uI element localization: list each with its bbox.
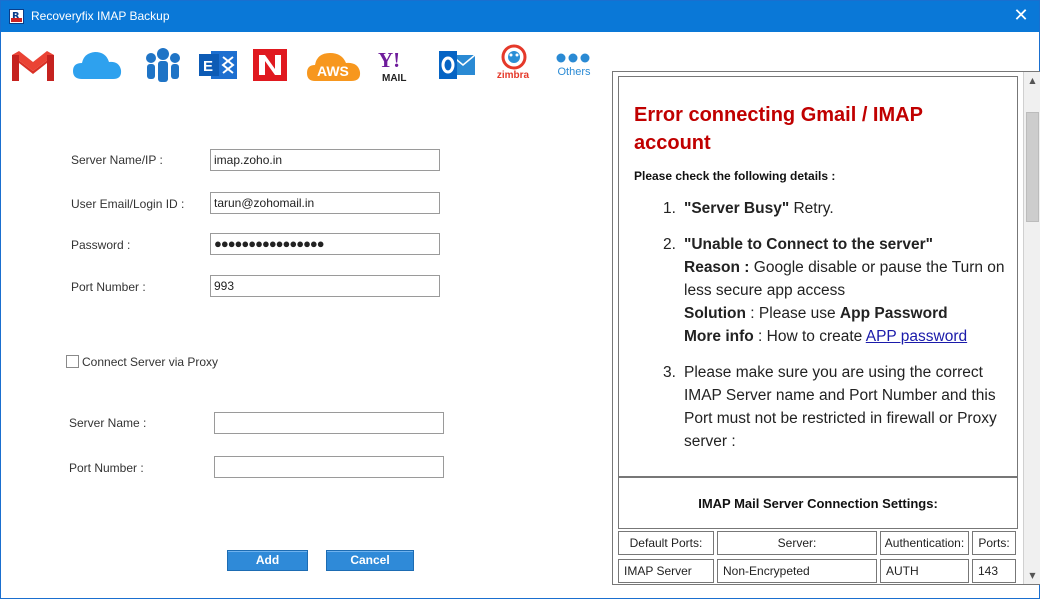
- item-2-number: 2.: [663, 236, 676, 253]
- gmail-icon: [12, 51, 54, 81]
- cancel-button[interactable]: Cancel: [326, 550, 414, 571]
- proxy-port-number-label: Port Number :: [69, 461, 144, 475]
- provider-icloud[interactable]: [70, 41, 122, 91]
- table-cell: 143: [972, 559, 1016, 583]
- novell-icon: [253, 49, 287, 81]
- table-cell: Non-Encrypeted: [717, 559, 877, 583]
- error-message-box: Error connecting Gmail / IMAP account Pl…: [618, 76, 1018, 478]
- connection-settings-box: IMAP Mail Server Connection Settings:: [618, 476, 1018, 529]
- zimbra-icon: [501, 44, 527, 70]
- panel-scrollbar[interactable]: ▲ ▼: [1023, 72, 1040, 584]
- server-name-label: Server Name/IP :: [71, 153, 163, 167]
- provider-others[interactable]: Others: [549, 41, 601, 91]
- error-panel: Error connecting Gmail / IMAP account Pl…: [612, 71, 1040, 585]
- check-details-heading: Please check the following details :: [634, 169, 836, 183]
- connection-settings-title: IMAP Mail Server Connection Settings:: [698, 496, 938, 511]
- item-1-number: 1.: [663, 200, 676, 217]
- provider-zimbra[interactable]: zimbra: [489, 41, 541, 91]
- table-header-default-ports: Default Ports:: [618, 531, 714, 555]
- close-button[interactable]: ✕: [1009, 5, 1033, 27]
- proxy-checkbox[interactable]: [66, 355, 79, 368]
- others-label: Others: [557, 66, 591, 78]
- scroll-thumb[interactable]: [1026, 112, 1039, 222]
- list-item: "Unable to Connect to the server" Reason…: [684, 236, 1005, 345]
- provider-gmail[interactable]: [7, 41, 59, 91]
- window-title: Recoveryfix IMAP Backup: [31, 9, 170, 23]
- table-cell: AUTH: [880, 559, 969, 583]
- lotus-notes-icon: [146, 48, 180, 82]
- outlook-icon: [439, 51, 476, 79]
- app-window: R Recoveryfix IMAP Backup ✕ E AWS Y! MAI…: [0, 0, 1040, 599]
- port-number-label: Port Number :: [71, 280, 146, 294]
- provider-lotus-notes[interactable]: [137, 41, 189, 91]
- list-item: "Server Busy" Retry.: [684, 200, 834, 217]
- scroll-down-icon[interactable]: ▼: [1024, 567, 1040, 584]
- item-3-number: 3.: [663, 364, 676, 381]
- list-item: Please make sure you are using the corre…: [684, 364, 997, 450]
- title-bar[interactable]: R Recoveryfix IMAP Backup ✕: [1, 1, 1039, 32]
- provider-outlook[interactable]: [433, 41, 485, 91]
- password-label: Password :: [71, 238, 131, 252]
- table-header-ports: Ports:: [972, 531, 1016, 555]
- user-email-label: User Email/Login ID :: [71, 197, 185, 211]
- app-password-link[interactable]: APP password: [866, 328, 967, 345]
- table-header-server: Server:: [717, 531, 877, 555]
- password-input[interactable]: ●●●●●●●●●●●●●●●●: [210, 233, 440, 255]
- proxy-server-name-input[interactable]: [214, 412, 444, 434]
- proxy-port-number-input[interactable]: [214, 456, 444, 478]
- scroll-up-icon[interactable]: ▲: [1024, 72, 1040, 89]
- proxy-server-name-label: Server Name :: [69, 416, 147, 430]
- provider-exchange[interactable]: E: [193, 41, 245, 91]
- user-email-input[interactable]: [210, 192, 440, 214]
- proxy-label: Connect Server via Proxy: [82, 355, 219, 369]
- yahoo-label: Y!: [378, 48, 400, 72]
- provider-novell[interactable]: [247, 41, 299, 91]
- server-name-input[interactable]: [210, 149, 440, 171]
- table-header-authentication: Authentication:: [880, 531, 969, 555]
- add-button[interactable]: Add: [227, 550, 308, 571]
- svg-text:E: E: [203, 58, 213, 75]
- port-number-input[interactable]: [210, 275, 440, 297]
- aws-label: AWS: [317, 63, 349, 79]
- provider-aws[interactable]: AWS: [305, 41, 361, 91]
- zimbra-label: zimbra: [496, 70, 530, 81]
- exchange-icon: E: [199, 51, 237, 79]
- app-logo-icon: R: [9, 9, 24, 24]
- yahoo-mail-icon: Y! MAIL: [378, 48, 406, 84]
- icloud-icon: [73, 52, 122, 79]
- provider-yahoo[interactable]: Y! MAIL: [372, 41, 424, 91]
- aws-icon: AWS: [307, 53, 361, 81]
- yahoo-sub-label: MAIL: [382, 73, 406, 84]
- table-cell: IMAP Server: [618, 559, 714, 583]
- error-title: Error connecting Gmail / IMAP account: [634, 104, 923, 154]
